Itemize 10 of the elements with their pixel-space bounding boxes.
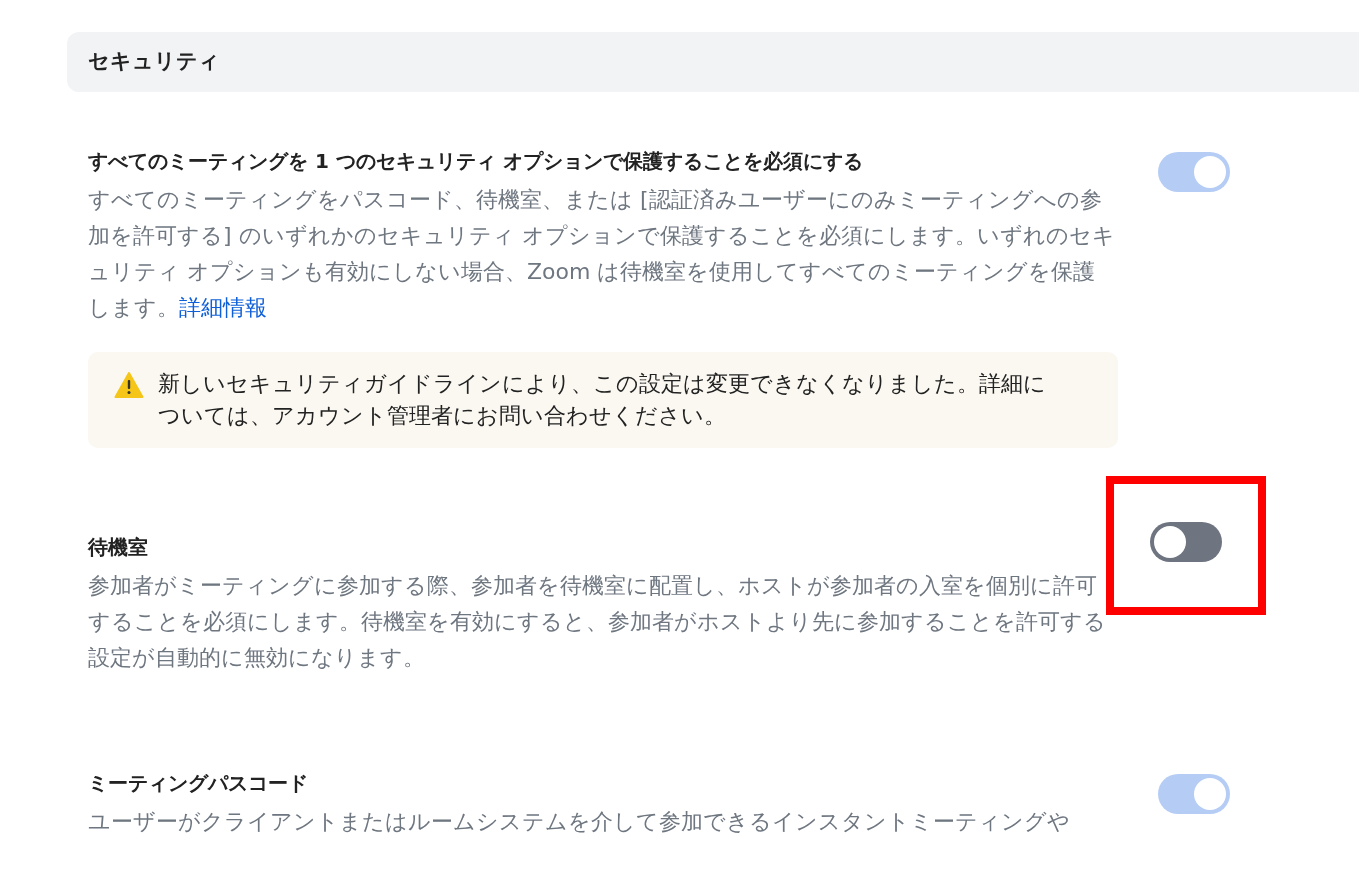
setting-title: 待機室 xyxy=(88,533,149,561)
section-header: セキュリティ xyxy=(67,32,1359,92)
setting-description: ユーザーがクライアントまたはルームシステムを介して参加できるインスタントミーティングや xyxy=(88,807,1071,836)
warning-icon xyxy=(114,370,144,399)
setting-description: すべてのミーティングをパスコード、待機室、または [認証済みユーザーにのみミーティングへの参加を許可する] のいずれかのセキュリティ オプションで保護することを必須にします。いずれのセキュリティ オプションも有効にしない場合、Zoom は待機室を使用してすべてのミーティングを保護します。詳細情報 xyxy=(88,185,1116,322)
setting-description: 参加者がミーティングに参加する際、参加者を待機室に配置し、ホストが参加者の入室を個別に許可することを必須にします。待機室を有効にすると、参加者がホストより先に参加することを許可する設定が自動的に無効になります。 xyxy=(88,571,1107,672)
toggle-switch[interactable] xyxy=(1150,521,1222,562)
setting-title: ミーティングパスコード xyxy=(88,769,309,797)
notice-text: 新しいセキュリティガイドラインにより、この設定は変更できなくなりました。詳細については、アカウント管理者にお問い合わせください。 xyxy=(158,369,1047,430)
setting-title: すべてのミーティングを 1 つのセキュリティ オプションで保護することを必須にする xyxy=(88,147,864,175)
